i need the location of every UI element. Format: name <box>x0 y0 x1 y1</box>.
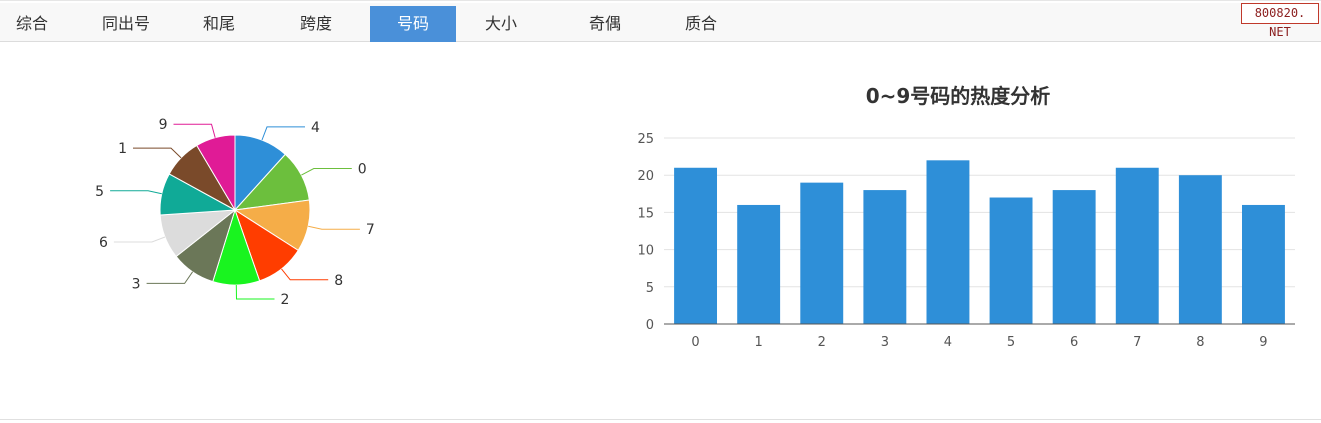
x-tick-label: 6 <box>1070 335 1078 350</box>
x-tick-label: 0 <box>691 335 699 350</box>
bottom-border <box>0 419 1321 420</box>
bar-chart: 0~9号码的热度分析 0 5 10 15 20 25 0 1 2 3 4 5 6 7 8 9 <box>637 84 1295 350</box>
bar-5 <box>989 197 1033 324</box>
y-tick-label: 10 <box>637 244 654 259</box>
x-tick-label: 7 <box>1133 335 1141 350</box>
bar-9 <box>1242 204 1285 324</box>
x-tick-label: 3 <box>881 335 889 350</box>
bar-2 <box>800 182 844 324</box>
bar-3 <box>863 190 907 324</box>
y-tick-label: 20 <box>637 169 654 184</box>
bar-chart-title: 0~9号码的热度分析 <box>866 84 1051 108</box>
y-tick-label: 0 <box>646 318 654 333</box>
x-tick-label: 1 <box>755 335 763 350</box>
x-tick-label: 2 <box>818 335 826 350</box>
x-tick-label: 8 <box>1196 335 1204 350</box>
y-tick-label: 15 <box>637 206 654 221</box>
x-tick-label: 5 <box>1007 335 1015 350</box>
y-tick-label: 25 <box>637 132 654 147</box>
bar-0 <box>674 167 718 324</box>
bar-1 <box>737 204 781 324</box>
y-tick-label: 5 <box>646 281 654 296</box>
x-tick-label: 4 <box>944 335 952 350</box>
bar-6 <box>1052 190 1096 324</box>
bar-4 <box>926 160 970 324</box>
bar-7 <box>1115 167 1159 324</box>
bar-8 <box>1178 175 1222 324</box>
x-tick-label: 9 <box>1259 335 1267 350</box>
